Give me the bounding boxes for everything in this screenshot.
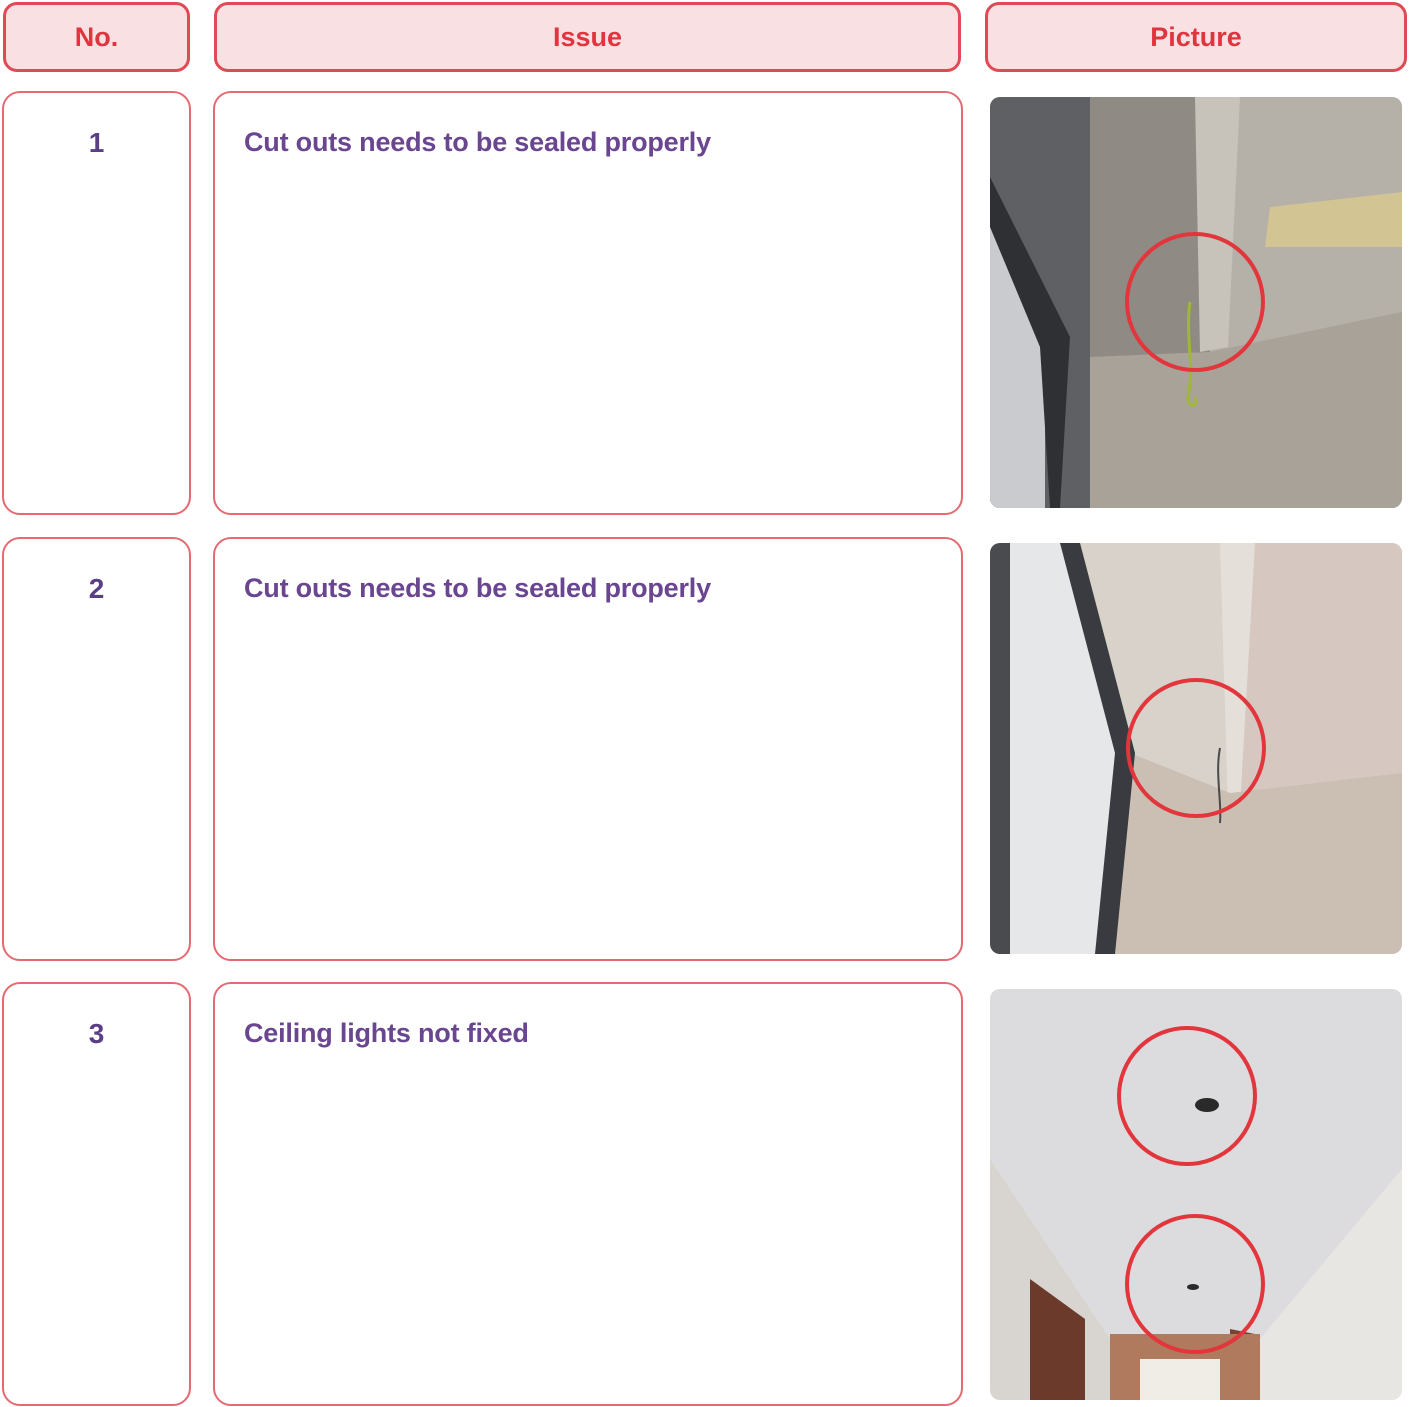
row-1-number-cell: 1 [2, 91, 191, 515]
issue-description: Ceiling lights not fixed [244, 1018, 529, 1048]
column-header-issue-label: Issue [552, 21, 623, 52]
row-1-photo [990, 97, 1402, 508]
issue-description: Cut outs needs to be sealed properly [244, 127, 711, 157]
row-1-issue-cell: Cut outs needs to be sealed properly [213, 91, 963, 515]
column-header-no-label: No. [74, 21, 119, 52]
row-3-issue-cell: Ceiling lights not fixed [213, 982, 963, 1406]
row-3-number-cell: 3 [2, 982, 191, 1406]
row-number: 3 [88, 1018, 105, 1049]
row-number: 1 [88, 127, 105, 158]
column-header-issue: Issue [214, 2, 961, 72]
column-header-picture-label: Picture [1150, 21, 1242, 52]
row-3-photo [990, 989, 1402, 1400]
row-2-photo [990, 543, 1402, 954]
row-2-issue-cell: Cut outs needs to be sealed properly [213, 537, 963, 961]
column-header-no: No. [3, 2, 190, 72]
issue-description: Cut outs needs to be sealed properly [244, 573, 711, 603]
row-number: 2 [88, 573, 105, 604]
row-2-number-cell: 2 [2, 537, 191, 961]
column-header-picture: Picture [985, 2, 1407, 72]
